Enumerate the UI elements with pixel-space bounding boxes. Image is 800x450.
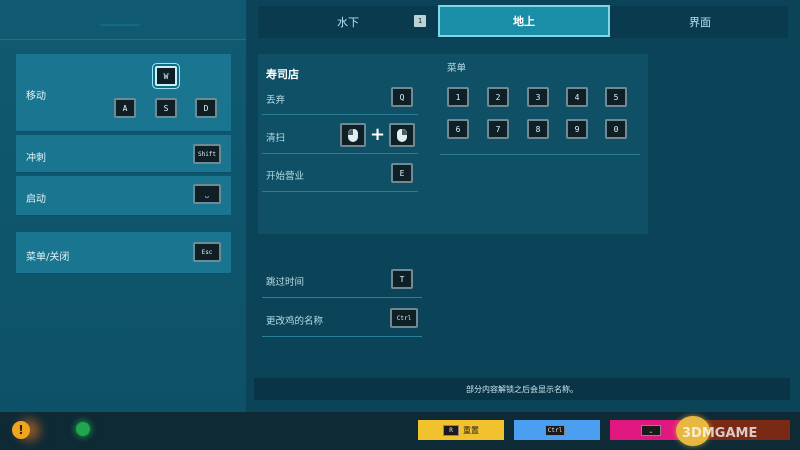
skip-time-label: 跳过时间 — [266, 277, 305, 288]
divider — [440, 154, 640, 155]
key-4[interactable]: 4 — [566, 87, 588, 107]
menu-close-label: 菜单/关闭 — [26, 252, 70, 263]
watermark-text: 3DMGAME — [682, 426, 758, 441]
key-space[interactable]: ⎵ — [193, 184, 221, 204]
key-5[interactable]: 5 — [605, 87, 627, 107]
ctrl-key-icon: Ctrl — [545, 424, 565, 436]
keybind-row-move[interactable] — [16, 54, 231, 132]
reset-key-icon: R — [443, 424, 459, 436]
reset-label: 重置 — [463, 425, 479, 435]
menu-title: 菜单 — [447, 63, 467, 74]
tab-interface-label: 界面 — [689, 16, 711, 29]
key-d[interactable]: D — [195, 98, 217, 118]
sushi-section — [258, 54, 648, 234]
tab-underwater-label: 水下 — [337, 16, 359, 29]
discard-label: 丢弃 — [266, 95, 286, 106]
mouse-left-icon — [348, 128, 358, 142]
key-e[interactable]: E — [391, 163, 413, 183]
space-key-icon: ⎵ — [641, 424, 661, 436]
divider — [262, 114, 418, 115]
key-t[interactable]: T — [391, 269, 413, 289]
warning-icon[interactable]: ! — [12, 421, 30, 439]
reset-button[interactable]: R 重置 — [418, 420, 504, 440]
divider — [262, 153, 418, 154]
launch-label: 启动 — [26, 194, 46, 205]
left-header-strip — [0, 0, 246, 40]
key-3[interactable]: 3 — [527, 87, 549, 107]
open-shop-label: 开始营业 — [266, 171, 305, 182]
tab-surface-label: 地上 — [513, 15, 535, 28]
ctrl-button[interactable]: Ctrl — [514, 420, 600, 440]
tab-underwater[interactable]: 水下 — [262, 6, 434, 38]
unlock-notice: 部分内容解锁之后会显示名称。 — [466, 385, 578, 394]
mouse-left-key[interactable] — [340, 123, 366, 147]
key-shift[interactable]: Shift — [193, 144, 221, 164]
mouse-right-key[interactable] — [389, 123, 415, 147]
tab-underwater-key-badge: 1 — [414, 15, 426, 27]
key-2[interactable]: 2 — [487, 87, 509, 107]
divider — [262, 336, 422, 337]
tab-surface[interactable]: 地上 — [438, 5, 610, 37]
sushi-section-title: 寿司店 — [266, 68, 299, 81]
key-8[interactable]: 8 — [527, 119, 549, 139]
divider — [262, 191, 418, 192]
key-q[interactable]: Q — [391, 87, 413, 107]
key-esc[interactable]: Esc — [193, 242, 221, 262]
key-7[interactable]: 7 — [487, 119, 509, 139]
status-dot-icon — [76, 422, 90, 436]
plus-icon: + — [370, 124, 386, 145]
sprint-label: 冲刺 — [26, 153, 46, 164]
clean-label: 清扫 — [266, 133, 286, 144]
mouse-right-icon — [397, 128, 407, 142]
key-ctrl[interactable]: Ctrl — [390, 308, 418, 328]
key-s[interactable]: S — [155, 98, 177, 118]
key-a[interactable]: A — [114, 98, 136, 118]
divider — [262, 297, 422, 298]
key-w[interactable]: W — [155, 66, 177, 86]
key-6[interactable]: 6 — [447, 119, 469, 139]
key-0[interactable]: 0 — [605, 119, 627, 139]
key-9[interactable]: 9 — [566, 119, 588, 139]
key-1[interactable]: 1 — [447, 87, 469, 107]
move-label: 移动 — [26, 91, 46, 102]
tab-interface[interactable]: 界面 — [614, 6, 786, 38]
rename-chicken-label: 更改鸡的名称 — [266, 316, 324, 327]
